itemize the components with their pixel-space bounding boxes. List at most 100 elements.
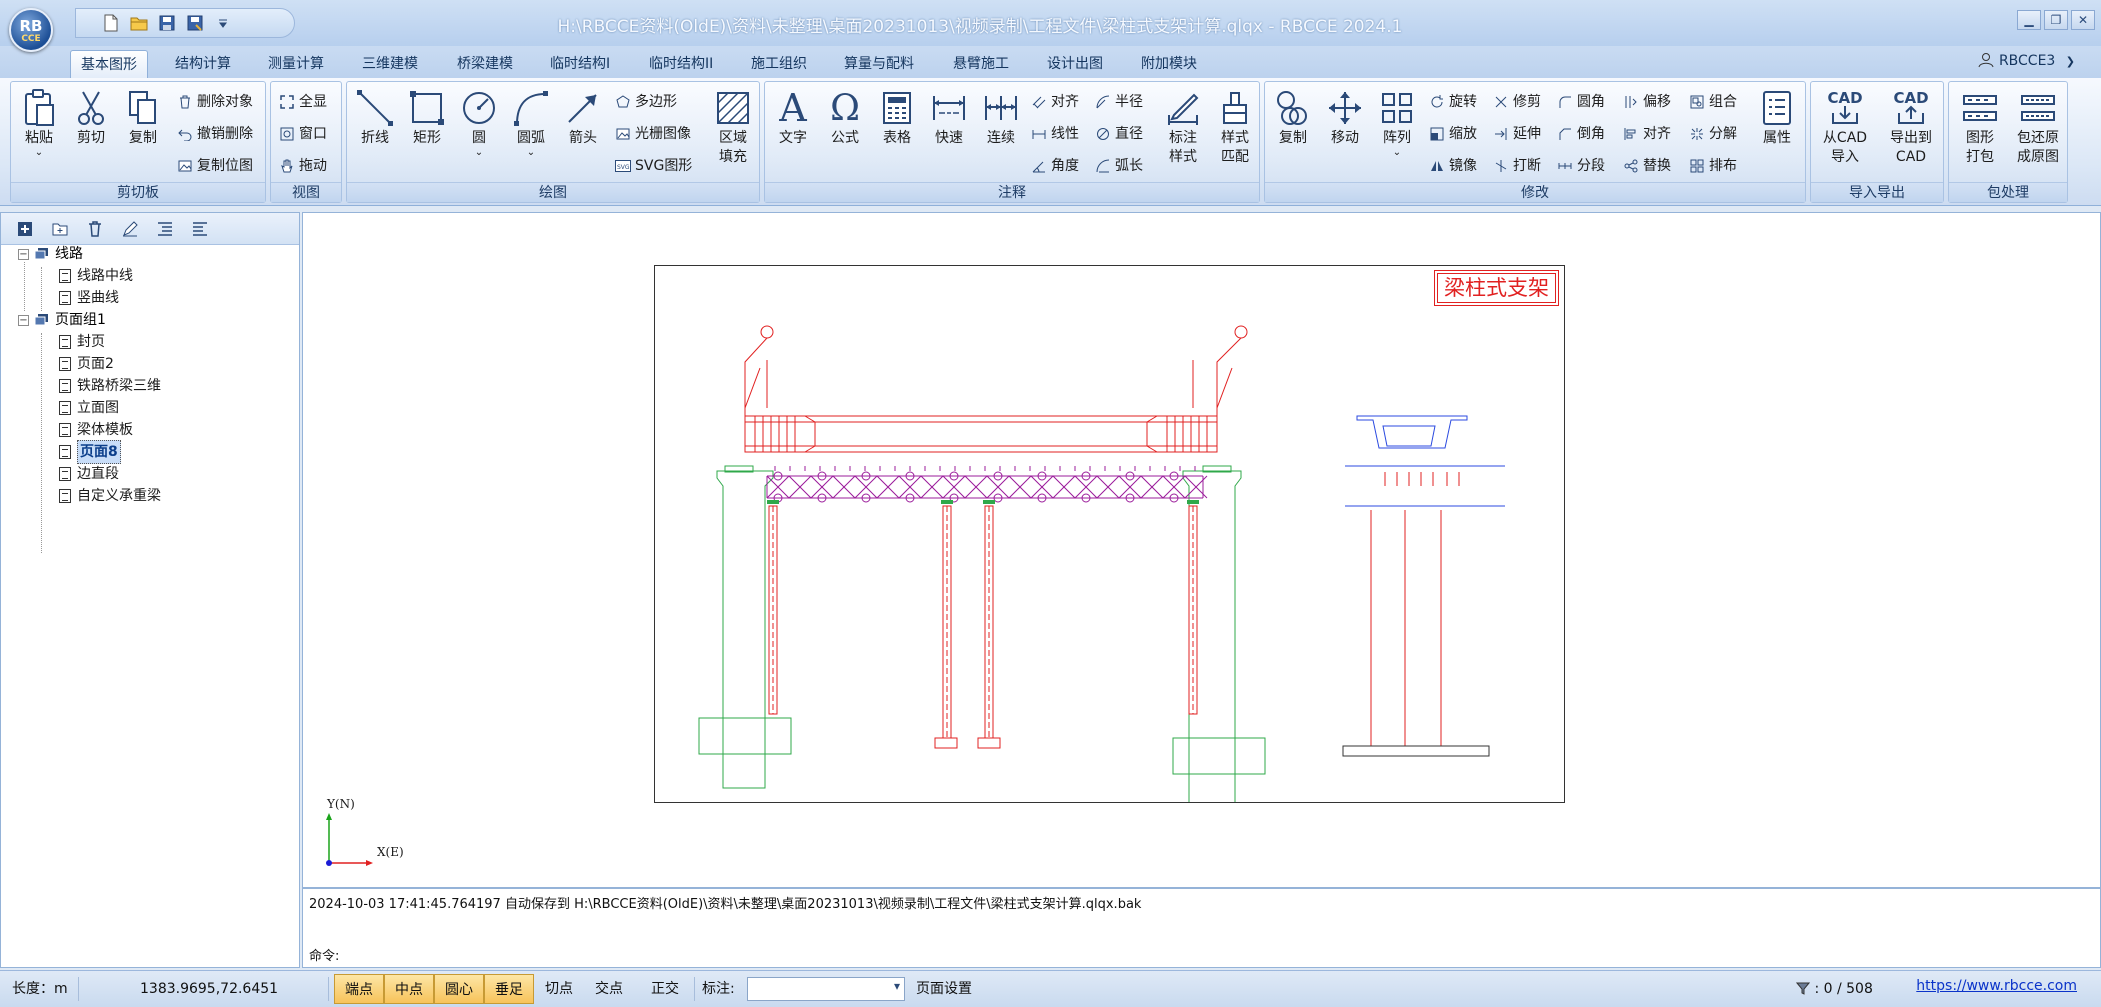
tab-survey-calc[interactable]: 测量计算 — [258, 50, 334, 78]
undo-delete-button[interactable]: 撤销删除 — [177, 122, 253, 146]
formula-button[interactable]: Ω 公式 — [819, 88, 871, 148]
selection-filter[interactable]: : 0 / 508 — [1795, 977, 1873, 1001]
full-extent-button[interactable]: 全显 — [279, 90, 327, 114]
replace-button[interactable]: 替换 — [1623, 154, 1671, 178]
aligned-dimension-button[interactable]: 对齐 — [1031, 90, 1079, 114]
arrow-button[interactable]: 箭头 — [557, 88, 609, 148]
tab-cantilever[interactable]: 悬臂施工 — [943, 50, 1019, 78]
dimension-style-select[interactable] — [747, 977, 905, 1001]
cut-button[interactable]: 剪切 — [65, 88, 117, 148]
command-line[interactable]: 命令: — [309, 945, 339, 964]
extend-button[interactable]: 延伸 — [1493, 122, 1541, 146]
modify-copy-button[interactable]: 复制 — [1267, 88, 1319, 148]
scale-button[interactable]: 缩放 — [1429, 122, 1477, 146]
segment-button[interactable]: 分段 — [1557, 154, 1605, 178]
tree-node-route[interactable]: − 线路 — [18, 243, 83, 265]
arrange-button[interactable]: 排布 — [1689, 154, 1737, 178]
text-button[interactable]: A 文字 — [767, 88, 819, 148]
region-fill-button[interactable]: 区域 填充 — [707, 88, 759, 167]
chamfer-button[interactable]: 倒角 — [1557, 122, 1605, 146]
drawing-sheet[interactable]: 梁柱式支架 — [654, 265, 1565, 803]
save-icon[interactable] — [158, 14, 176, 32]
tab-construction-org[interactable]: 施工组织 — [741, 50, 817, 78]
snap-midpoint-toggle[interactable]: 中点 — [384, 974, 434, 1004]
raster-image-button[interactable]: 光栅图像 — [615, 122, 691, 146]
offset-button[interactable]: 偏移 — [1623, 90, 1671, 114]
export-to-cad-button[interactable]: CAD 导出到 CAD — [1881, 88, 1941, 167]
add-group-icon[interactable] — [50, 219, 70, 239]
snap-endpoint-toggle[interactable]: 端点 — [334, 974, 384, 1004]
minimize-button[interactable]: ▁ — [2017, 10, 2041, 30]
zoom-window-button[interactable]: 窗口 — [279, 122, 327, 146]
tree-item[interactable]: 梁体模板 — [59, 419, 133, 441]
tab-3d-modeling[interactable]: 三维建模 — [352, 50, 428, 78]
modify-align-button[interactable]: 对齐 — [1623, 122, 1671, 146]
properties-button[interactable]: 属性 — [1751, 88, 1803, 148]
continuous-dimension-button[interactable]: 连续 — [975, 88, 1027, 148]
new-file-icon[interactable] — [102, 14, 120, 32]
drawing-canvas[interactable]: 梁柱式支架 Y(N) X(E) — [302, 212, 2101, 888]
import-from-cad-button[interactable]: CAD 从CAD 导入 — [1815, 88, 1875, 167]
tab-addons[interactable]: 附加模块 — [1131, 50, 1207, 78]
rename-pencil-icon[interactable] — [120, 219, 140, 239]
tree-item[interactable]: 页面2 — [59, 353, 114, 375]
tree-item[interactable]: 竖曲线 — [59, 287, 119, 309]
copy-button[interactable]: 复制 — [117, 88, 169, 148]
tree-item[interactable]: 自定义承重梁 — [59, 485, 161, 507]
tree-item[interactable]: 封页 — [59, 331, 105, 353]
tab-basic-graphics[interactable]: 基本图形 — [70, 50, 148, 78]
snap-center-toggle[interactable]: 圆心 — [434, 974, 484, 1004]
indent-icon[interactable] — [155, 219, 175, 239]
paste-button[interactable]: 粘贴 ⌄ — [13, 88, 65, 158]
array-button[interactable]: 阵列 ⌄ — [1371, 88, 1423, 158]
website-link[interactable]: https://www.rbcce.com — [1916, 978, 2077, 994]
add-page-icon[interactable] — [15, 219, 35, 239]
circle-button[interactable]: 圆 ⌄ — [453, 88, 505, 158]
move-button[interactable]: 移动 — [1319, 88, 1371, 148]
polygon-button[interactable]: 多边形 — [615, 90, 677, 114]
collapse-icon[interactable]: − — [18, 314, 29, 326]
quick-dimension-button[interactable]: 快速 — [923, 88, 975, 148]
close-button[interactable]: ✕ — [2071, 10, 2095, 30]
radius-dimension-button[interactable]: 半径 — [1095, 90, 1143, 114]
pack-graphics-button[interactable]: 图形 打包 — [1953, 88, 2007, 167]
tree-item[interactable]: 铁路桥梁三维 — [59, 375, 161, 397]
user-badge[interactable]: RBCCE3 ❯ — [1978, 52, 2075, 69]
tab-temp-structure-2[interactable]: 临时结构II — [639, 50, 723, 78]
save-as-icon[interactable] — [186, 14, 204, 32]
tab-bridge-modeling[interactable]: 桥梁建模 — [447, 50, 523, 78]
snap-intersection-toggle[interactable]: 交点 — [584, 974, 634, 1004]
break-button[interactable]: 打断 — [1493, 154, 1541, 178]
mirror-button[interactable]: 镜像 — [1429, 154, 1477, 178]
tab-temp-structure-1[interactable]: 临时结构I — [540, 50, 620, 78]
diameter-dimension-button[interactable]: 直径 — [1095, 122, 1143, 146]
tab-drawing-output[interactable]: 设计出图 — [1037, 50, 1113, 78]
outdent-icon[interactable] — [190, 219, 210, 239]
rotate-button[interactable]: 旋转 — [1429, 90, 1477, 114]
maximize-button[interactable]: ❐ — [2044, 10, 2068, 30]
tree-item[interactable]: 立面图 — [59, 397, 119, 419]
fillet-button[interactable]: 圆角 — [1557, 90, 1605, 114]
angle-dimension-button[interactable]: 角度 — [1031, 154, 1079, 178]
tab-structure-calc[interactable]: 结构计算 — [165, 50, 241, 78]
open-folder-icon[interactable] — [130, 14, 148, 32]
snap-perpendicular-toggle[interactable]: 垂足 — [484, 974, 534, 1004]
style-match-button[interactable]: 样式 匹配 — [1209, 88, 1261, 167]
snap-tangent-toggle[interactable]: 切点 — [534, 974, 584, 1004]
delete-page-icon[interactable] — [85, 219, 105, 239]
delete-object-button[interactable]: 删除对象 — [177, 90, 253, 114]
svg-shape-button[interactable]: SVG SVG图形 — [615, 154, 692, 178]
tree-item[interactable]: 线路中线 — [59, 265, 133, 287]
linear-dimension-button[interactable]: 线性 — [1031, 122, 1079, 146]
qat-dropdown-icon[interactable] — [214, 14, 232, 32]
tree-item-selected[interactable]: 页面8 — [59, 440, 121, 464]
ortho-toggle[interactable]: 正交 — [640, 974, 690, 1004]
arc-button[interactable]: 圆弧 ⌄ — [505, 88, 557, 158]
copy-bitmap-button[interactable]: 复制位图 — [177, 154, 253, 178]
dimension-style-button[interactable]: 标注 样式 — [1157, 88, 1209, 167]
app-logo[interactable]: RB CCE — [9, 8, 53, 52]
page-setup-button[interactable]: 页面设置 — [916, 977, 972, 1001]
tree-item[interactable]: 边直段 — [59, 463, 119, 485]
tab-quantity[interactable]: 算量与配料 — [834, 50, 924, 78]
arc-length-button[interactable]: 弧长 — [1095, 154, 1143, 178]
